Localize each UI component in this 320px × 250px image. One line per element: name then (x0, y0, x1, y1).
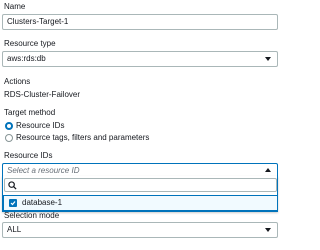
resource-type-label: Resource type (4, 39, 56, 48)
radio-resource-ids-label: Resource IDs (16, 121, 65, 130)
resource-type-select[interactable]: aws:rds:db (2, 51, 278, 67)
chevron-down-icon (265, 228, 271, 232)
actions-value: RDS-Cluster-Failover (4, 90, 81, 99)
chevron-down-icon (265, 57, 271, 61)
resource-ids-placeholder: Select a resource ID (7, 166, 80, 175)
selection-mode-value: ALL (7, 225, 22, 234)
name-input[interactable]: Clusters-Target-1 (2, 14, 278, 30)
name-label: Name (4, 2, 26, 11)
resource-ids-dropdown: database-1 (2, 176, 278, 212)
target-method-label: Target method (4, 108, 56, 117)
resource-ids-label: Resource IDs (4, 151, 53, 160)
checkbox-checked-icon[interactable] (9, 199, 17, 207)
selection-mode-label: Selection mode (4, 211, 60, 220)
resource-option-label: database-1 (22, 198, 63, 207)
resource-option-database-1[interactable]: database-1 (3, 195, 278, 211)
chevron-up-icon (265, 168, 271, 172)
actions-label: Actions (4, 77, 31, 86)
radio-resource-tags-label: Resource tags, filters and parameters (16, 133, 150, 142)
selection-mode-select[interactable]: ALL (2, 222, 278, 238)
resource-search-input[interactable] (4, 178, 277, 192)
resource-type-value: aws:rds:db (7, 54, 46, 63)
radio-resource-tags[interactable] (5, 134, 13, 142)
radio-resource-ids[interactable] (5, 122, 13, 130)
search-icon (8, 181, 17, 190)
